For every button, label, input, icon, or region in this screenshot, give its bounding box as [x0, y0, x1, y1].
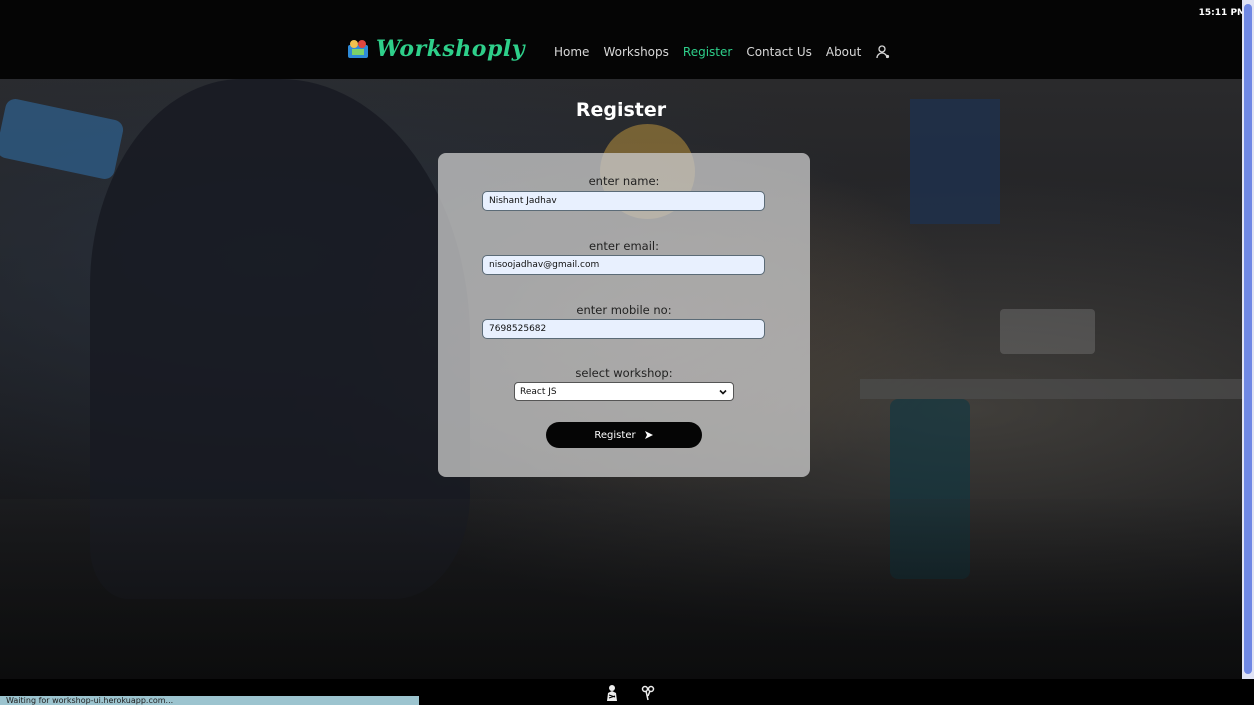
name-field[interactable]: [482, 191, 765, 211]
user-icon[interactable]: [875, 44, 891, 60]
page-title: Register: [575, 99, 667, 121]
nav-contact-us[interactable]: Contact Us: [746, 45, 812, 59]
top-navbar: [0, 0, 1242, 79]
register-form: enter name: enter email: enter mobile no…: [438, 153, 810, 477]
workshop-selected-value: React JS: [520, 386, 557, 397]
user-silhouette-icon[interactable]: [604, 684, 620, 702]
workshop-logo-icon: [348, 40, 368, 58]
chevron-down-icon: [719, 389, 727, 395]
bg-machine: [1000, 309, 1095, 354]
mobile-label: enter mobile no:: [576, 303, 672, 317]
send-arrow-icon: [644, 431, 653, 439]
page-scrollbar[interactable]: [1242, 0, 1254, 679]
name-label: enter name:: [588, 174, 660, 188]
browser-status-bar: Waiting for workshop-ui.herokuapp.com...: [0, 696, 419, 705]
nav-about[interactable]: About: [826, 45, 861, 59]
footer-icons: [604, 684, 656, 702]
register-button-label: Register: [594, 429, 636, 441]
nav-home[interactable]: Home: [554, 45, 589, 59]
scrollbar-thumb[interactable]: [1244, 4, 1252, 674]
nav-workshops[interactable]: Workshops: [603, 45, 668, 59]
nav-register[interactable]: Register: [683, 45, 732, 59]
mobile-field[interactable]: [482, 319, 765, 339]
workshop-select[interactable]: React JS: [514, 382, 734, 401]
email-field[interactable]: [482, 255, 765, 275]
system-clock: 15:11 PM: [1198, 8, 1246, 18]
email-label: enter email:: [589, 239, 659, 253]
bg-bench: [860, 379, 1242, 399]
brand-name: Workshoply: [376, 36, 525, 62]
bg-floor-shade: [0, 499, 1242, 679]
main-nav: Home Workshops Register Contact Us About: [554, 44, 891, 60]
scissors-icon[interactable]: [640, 684, 656, 702]
brand-logo[interactable]: Workshoply: [346, 36, 525, 62]
register-button[interactable]: Register: [546, 422, 702, 448]
workshop-label: select workshop:: [575, 366, 673, 380]
